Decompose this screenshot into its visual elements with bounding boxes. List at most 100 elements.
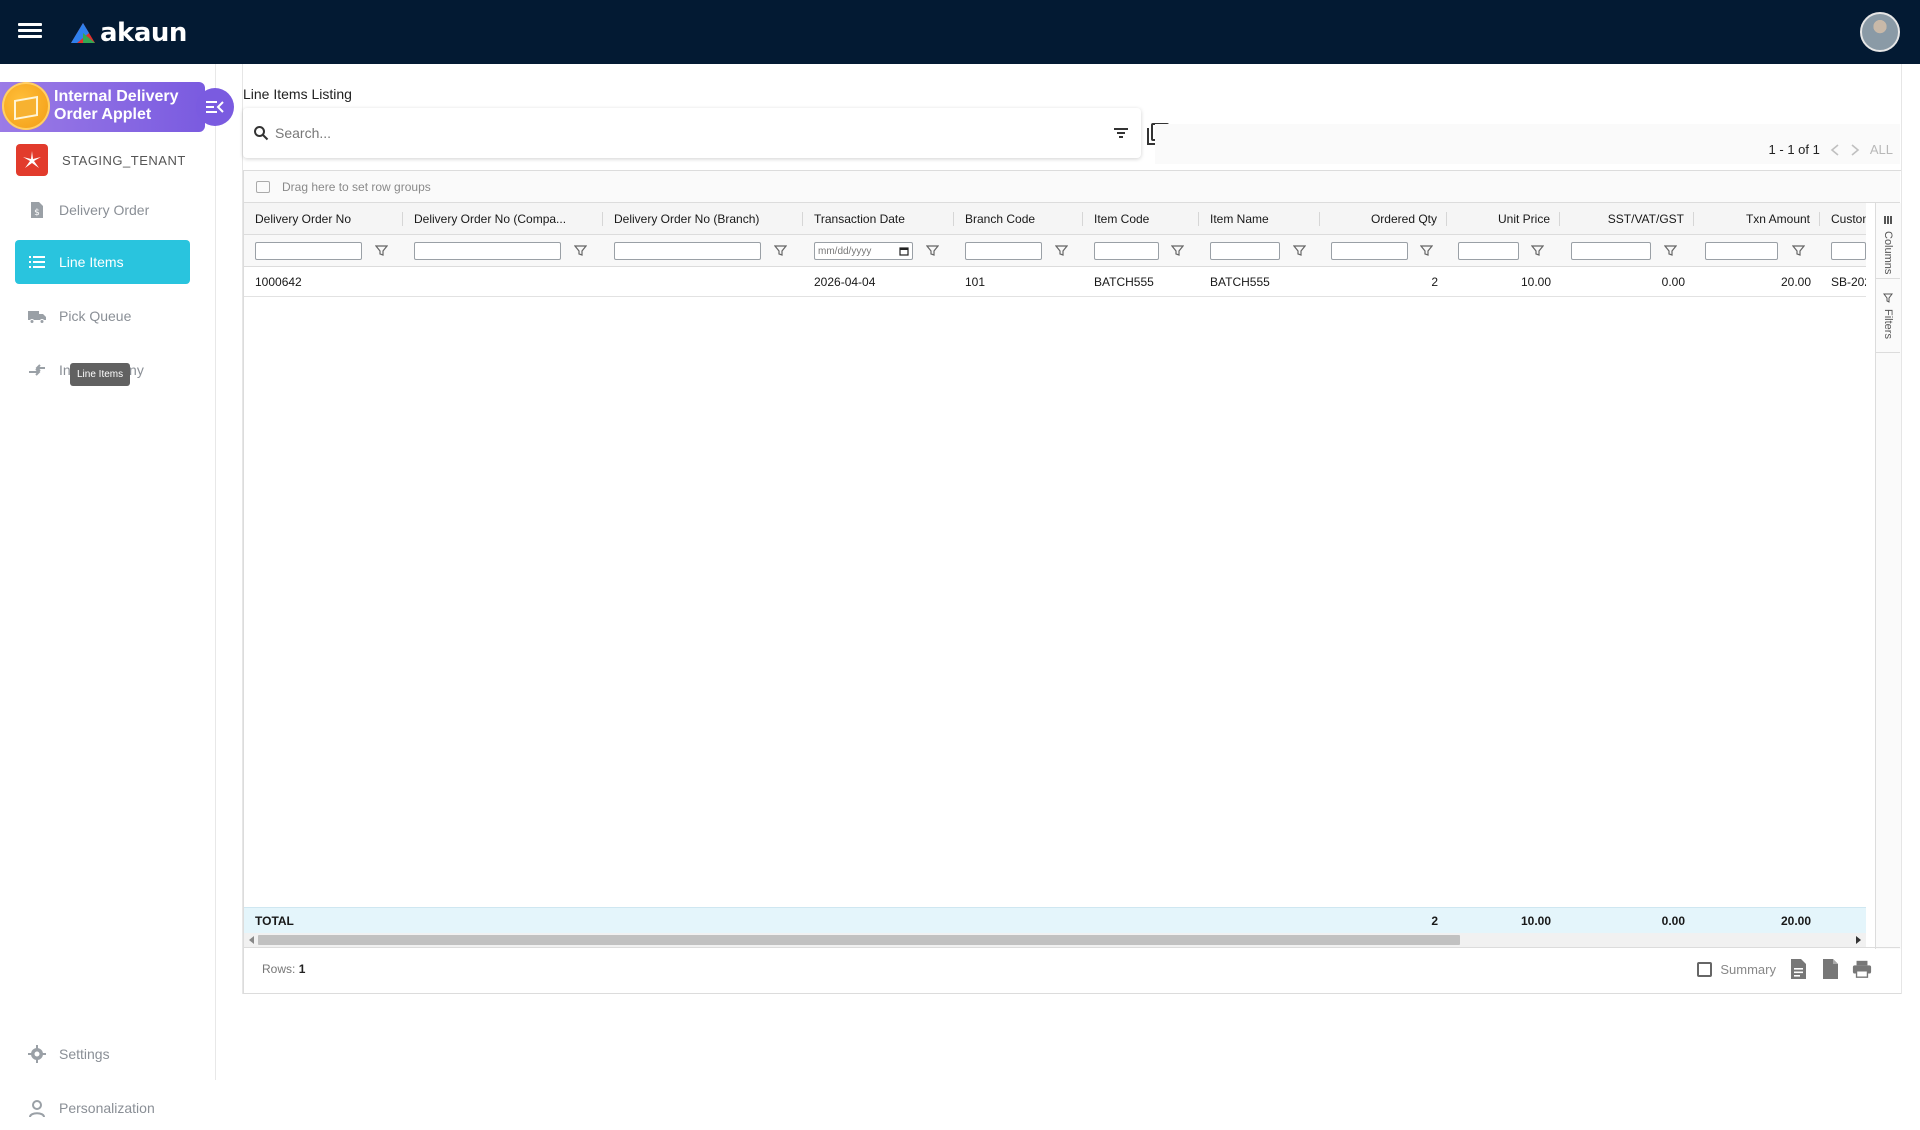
column-header-delivery-order-no-branch[interactable]: Delivery Order No (Branch) [604, 203, 804, 235]
column-header-customer[interactable]: Custome [1821, 203, 1866, 235]
column-header-sst-vat-gst[interactable]: SST/VAT/GST [1561, 203, 1695, 235]
pagination-all-button[interactable]: ALL [1870, 142, 1893, 157]
filter-funnel-icon[interactable] [1792, 244, 1805, 257]
filter-funnel-icon[interactable] [1293, 244, 1306, 257]
total-row: TOTAL 2 10.00 0.00 20.00 [244, 907, 1866, 933]
column-header-txn-amount[interactable]: Txn Amount [1695, 203, 1821, 235]
column-header-label: Txn Amount [1745, 212, 1810, 226]
filter-funnel-icon [1883, 293, 1893, 303]
column-header-branch-code[interactable]: Branch Code [955, 203, 1084, 235]
print-icon[interactable] [1852, 958, 1872, 980]
search-input[interactable] [275, 125, 1095, 141]
export-document-icon[interactable] [1788, 958, 1808, 980]
filter-input-delivery-order-no-branch[interactable] [614, 242, 761, 260]
filter-funnel-icon[interactable] [1664, 244, 1677, 257]
chevron-right-icon[interactable] [1850, 143, 1860, 156]
tenant-name: STAGING_TENANT [62, 152, 186, 168]
akaun-logo[interactable]: akaun [70, 18, 187, 48]
logo-text: akaun [100, 18, 187, 48]
row-groups-drop-zone[interactable]: Drag here to set row groups [244, 171, 1900, 203]
menu-collapse-icon [206, 101, 224, 113]
filter-input-customer[interactable] [1831, 242, 1866, 260]
column-header-delivery-order-no[interactable]: Delivery Order No [244, 203, 404, 235]
cell-item-name: BATCH555 [1210, 275, 1270, 289]
cell-txn-amount: 20.00 [1780, 275, 1811, 289]
filter-funnel-icon[interactable] [1531, 244, 1544, 257]
column-header-unit-price[interactable]: Unit Price [1448, 203, 1561, 235]
filters-tab-label: Filters [1882, 309, 1894, 339]
columns-icon [1884, 216, 1892, 224]
export-file-icon[interactable] [1820, 958, 1840, 980]
chevron-left-icon[interactable] [1830, 143, 1840, 156]
sidebar-item-line-items[interactable]: Line Items [15, 240, 190, 284]
filter-funnel-icon[interactable] [1055, 244, 1068, 257]
column-header-label: Delivery Order No (Compa... [414, 212, 567, 226]
filter-input-unit-price[interactable] [1458, 242, 1519, 260]
calendar-icon[interactable] [899, 246, 909, 256]
tenant-logo [16, 144, 48, 176]
filter-funnel-icon[interactable] [1171, 244, 1184, 257]
sidebar-item-pick-queue[interactable]: Pick Queue [15, 294, 190, 338]
horizontal-scrollbar[interactable] [244, 933, 1866, 947]
filter-funnel-icon[interactable] [574, 244, 587, 257]
filter-input-delivery-order-no[interactable] [255, 242, 362, 260]
scrollbar-thumb[interactable] [258, 935, 1460, 945]
filter-input-item-code[interactable] [1094, 242, 1159, 260]
filter-input-txn-amount[interactable] [1705, 242, 1778, 260]
tenant-logo-icon [23, 151, 41, 168]
grid-filter-row: mm/dd/yyyy [244, 235, 1866, 267]
filter-input-branch-code[interactable] [965, 242, 1042, 260]
transfer-arrows-icon [29, 364, 45, 376]
filter-funnel-icon[interactable] [774, 244, 787, 257]
truck-icon [28, 311, 46, 324]
rows-count: Rows: 1 [262, 962, 305, 976]
columns-tab-label: Columns [1882, 231, 1894, 275]
page-title: Line Items Listing [243, 86, 352, 102]
filter-date-input[interactable]: mm/dd/yyyy [814, 242, 913, 260]
table-row[interactable]: 1000642 2026-04-04 101 BATCH555 BATCH555… [244, 267, 1866, 297]
cell-unit-price: 10.00 [1520, 275, 1551, 289]
column-header-delivery-order-no-company[interactable]: Delivery Order No (Compa... [404, 203, 604, 235]
scroll-right-arrow[interactable] [1856, 936, 1861, 944]
sidebar-item-delivery-order[interactable]: $ Delivery Order [15, 188, 190, 232]
search-icon [254, 126, 269, 141]
applet-banner: Internal Delivery Order Applet [0, 82, 205, 132]
filter-input-ordered-qty[interactable] [1331, 242, 1408, 260]
column-header-transaction-date[interactable]: Transaction Date [804, 203, 955, 235]
filter-input-delivery-order-no-company[interactable] [414, 242, 561, 260]
collapse-sidebar-button[interactable] [196, 88, 234, 126]
pagination-range: 1 - 1 of 1 [1768, 142, 1820, 157]
row-groups-hint: Drag here to set row groups [282, 179, 431, 194]
column-header-ordered-qty[interactable]: Ordered Qty [1321, 203, 1448, 235]
search-bar [243, 108, 1141, 158]
filter-funnel-icon[interactable] [375, 244, 388, 257]
column-header-label: Custome [1831, 212, 1866, 226]
footer-tools: Summary [1697, 958, 1872, 980]
hamburger-menu-icon[interactable] [18, 20, 42, 44]
total-unit-price: 10.00 [1520, 914, 1551, 928]
column-header-item-name[interactable]: Item Name [1200, 203, 1321, 235]
filter-input-item-name[interactable] [1210, 242, 1280, 260]
filter-list-icon[interactable] [1111, 123, 1131, 143]
pagination: 1 - 1 of 1 ALL [1769, 142, 1893, 157]
row-group-icon [256, 180, 270, 193]
filters-tab[interactable]: Filters [1876, 293, 1900, 353]
scroll-left-arrow[interactable] [249, 936, 254, 944]
column-header-item-code[interactable]: Item Code [1084, 203, 1200, 235]
person-icon [29, 1100, 45, 1118]
tenant-selector[interactable]: STAGING_TENANT [16, 144, 186, 176]
sidebar-item-settings[interactable]: Settings [15, 1032, 190, 1076]
sidebar-item-label: Line Items [59, 254, 124, 270]
columns-tab[interactable]: Columns [1876, 215, 1900, 279]
gear-icon [28, 1045, 46, 1063]
filter-funnel-icon[interactable] [1420, 244, 1433, 257]
summary-checkbox[interactable] [1697, 961, 1713, 977]
date-placeholder: mm/dd/yyyy [818, 245, 872, 257]
cell-sst-vat-gst: 0.00 [1661, 275, 1685, 289]
filter-input-sst-vat-gst[interactable] [1571, 242, 1651, 260]
summary-toggle[interactable]: Summary [1697, 961, 1776, 977]
grid-body: 1000642 2026-04-04 101 BATCH555 BATCH555… [244, 267, 1866, 767]
sidebar-item-personalization[interactable]: Personalization [15, 1086, 190, 1130]
user-avatar[interactable] [1860, 12, 1900, 52]
filter-funnel-icon[interactable] [926, 244, 939, 257]
